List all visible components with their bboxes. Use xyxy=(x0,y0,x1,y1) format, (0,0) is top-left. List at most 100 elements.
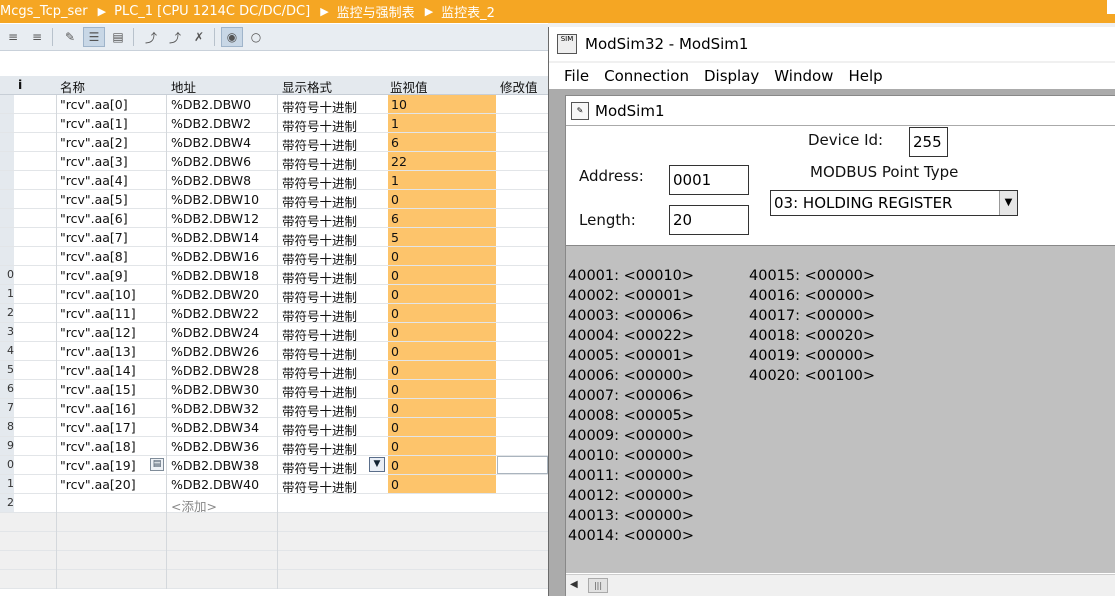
register-value[interactable]: 40009: <00000> xyxy=(568,428,694,448)
table-row[interactable]: 6 "rcv".aa[15] %DB2.DBW30 带符号十进制 0 xyxy=(0,380,548,400)
row-address[interactable]: %DB2.DBW22 xyxy=(171,306,259,321)
row-address[interactable]: %DB2.DBW14 xyxy=(171,230,259,245)
row-name[interactable]: "rcv".aa[16] xyxy=(60,401,136,416)
row-name[interactable]: "rcv".aa[3] xyxy=(60,154,128,169)
scroll-thumb[interactable]: ||| xyxy=(588,578,608,593)
row-address[interactable]: %DB2.DBW26 xyxy=(171,344,259,359)
row-name[interactable]: "rcv".aa[5] xyxy=(60,192,128,207)
register-value[interactable]: 40016: <00000> xyxy=(749,288,875,308)
scroll-left-icon[interactable]: ◀ xyxy=(570,579,578,590)
row-address[interactable]: %DB2.DBW24 xyxy=(171,325,259,340)
row-address[interactable]: %DB2.DBW2 xyxy=(171,116,251,131)
col-header-name[interactable]: 名称 xyxy=(60,77,85,96)
table-row[interactable]: 0 "rcv".aa[19] %DB2.DBW38 带符号十进制 0 ▤ ▼ xyxy=(0,456,548,476)
address-field[interactable]: 0001 xyxy=(669,165,749,195)
row-address[interactable]: %DB2.DBW40 xyxy=(171,477,259,492)
row-name[interactable]: "rcv".aa[8] xyxy=(60,249,128,264)
table-row[interactable]: "rcv".aa[4] %DB2.DBW8 带符号十进制 1 xyxy=(0,171,548,191)
row-name[interactable]: "rcv".aa[2] xyxy=(60,135,128,150)
breadcrumb-item-watch-table[interactable]: 监控表_2 xyxy=(441,2,495,21)
table-row[interactable]: 0 "rcv".aa[9] %DB2.DBW18 带符号十进制 0 xyxy=(0,266,548,286)
table-row[interactable]: "rcv".aa[0] %DB2.DBW0 带符号十进制 10 xyxy=(0,95,548,115)
row-name[interactable]: "rcv".aa[17] xyxy=(60,420,136,435)
register-value[interactable]: 40010: <00000> xyxy=(568,448,694,468)
expanded-mode-icon[interactable]: ○ xyxy=(245,27,267,47)
table-row[interactable]: 5 "rcv".aa[14] %DB2.DBW28 带符号十进制 0 xyxy=(0,361,548,381)
horizontal-scrollbar[interactable]: ◀ ||| xyxy=(566,574,1115,596)
row-address[interactable]: %DB2.DBW8 xyxy=(171,173,251,188)
menu-window[interactable]: Window xyxy=(774,67,833,85)
row-name[interactable]: "rcv".aa[19] xyxy=(60,458,136,473)
chevron-down-icon[interactable]: ▼ xyxy=(999,191,1017,215)
row-name[interactable]: "rcv".aa[1] xyxy=(60,116,128,131)
table-row[interactable]: "rcv".aa[6] %DB2.DBW12 带符号十进制 6 xyxy=(0,209,548,229)
add-row[interactable]: 2 <添加> xyxy=(0,494,548,514)
breadcrumb-item-project[interactable]: Mcgs_Tcp_ser xyxy=(0,4,88,19)
register-value[interactable]: 40015: <00000> xyxy=(749,268,875,288)
row-name[interactable]: "rcv".aa[4] xyxy=(60,173,128,188)
register-value[interactable]: 40011: <00000> xyxy=(568,468,694,488)
row-name[interactable]: "rcv".aa[10] xyxy=(60,287,136,302)
row-name[interactable]: "rcv".aa[12] xyxy=(60,325,136,340)
register-value[interactable]: 40017: <00000> xyxy=(749,308,875,328)
table-row[interactable]: "rcv".aa[5] %DB2.DBW10 带符号十进制 0 xyxy=(0,190,548,210)
register-value[interactable]: 40018: <00020> xyxy=(749,328,875,348)
row-name[interactable]: "rcv".aa[11] xyxy=(60,306,136,321)
table-row[interactable]: 3 "rcv".aa[12] %DB2.DBW24 带符号十进制 0 xyxy=(0,323,548,343)
register-value[interactable]: 40008: <00005> xyxy=(568,408,694,428)
register-value[interactable]: 40013: <00000> xyxy=(568,508,694,528)
row-address[interactable]: %DB2.DBW28 xyxy=(171,363,259,378)
row-address[interactable]: %DB2.DBW10 xyxy=(171,192,259,207)
device-id-field[interactable]: 255 xyxy=(909,127,948,157)
table-row[interactable]: "rcv".aa[8] %DB2.DBW16 带符号十进制 0 xyxy=(0,247,548,267)
row-name[interactable]: "rcv".aa[14] xyxy=(60,363,136,378)
register-value[interactable]: 40003: <00006> xyxy=(568,308,694,328)
point-type-select[interactable]: 03: HOLDING REGISTER ▼ xyxy=(770,190,1018,216)
row-address[interactable]: %DB2.DBW18 xyxy=(171,268,259,283)
row-address[interactable]: %DB2.DBW6 xyxy=(171,154,251,169)
row-name[interactable]: "rcv".aa[7] xyxy=(60,230,128,245)
register-value[interactable]: 40019: <00000> xyxy=(749,348,875,368)
force-all-icon[interactable]: ⤴ xyxy=(164,27,186,47)
register-value[interactable]: 40007: <00006> xyxy=(568,388,694,408)
modify-value-icon[interactable]: ≡ xyxy=(2,27,24,47)
child-titlebar[interactable]: ✎ ModSim1 xyxy=(566,96,1115,126)
table-row[interactable]: 4 "rcv".aa[13] %DB2.DBW26 带符号十进制 0 xyxy=(0,342,548,362)
modify-value-input[interactable] xyxy=(497,456,548,474)
row-address[interactable]: %DB2.DBW38 xyxy=(171,458,259,473)
table-row[interactable]: "rcv".aa[1] %DB2.DBW2 带符号十进制 1 xyxy=(0,114,548,134)
length-field[interactable]: 20 xyxy=(669,205,749,235)
col-header-format[interactable]: 显示格式 xyxy=(282,77,332,96)
register-value[interactable]: 40012: <00000> xyxy=(568,488,694,508)
col-header-monitor[interactable]: 监视值 xyxy=(390,77,428,96)
register-value[interactable]: 40005: <00001> xyxy=(568,348,694,368)
row-name[interactable]: "rcv".aa[20] xyxy=(60,477,136,492)
row-name[interactable]: "rcv".aa[15] xyxy=(60,382,136,397)
row-address[interactable]: %DB2.DBW32 xyxy=(171,401,259,416)
table-row[interactable]: "rcv".aa[3] %DB2.DBW6 带符号十进制 22 xyxy=(0,152,548,172)
col-header-address[interactable]: 地址 xyxy=(171,77,196,96)
force-icon[interactable]: ⤴ xyxy=(140,27,162,47)
table-row[interactable]: "rcv".aa[7] %DB2.DBW14 带符号十进制 5 xyxy=(0,228,548,248)
row-address[interactable]: %DB2.DBW30 xyxy=(171,382,259,397)
edit-icon[interactable]: ✎ xyxy=(59,27,81,47)
menu-help[interactable]: Help xyxy=(848,67,882,85)
chevron-down-icon[interactable]: ▼ xyxy=(369,457,385,472)
table-row[interactable]: "rcv".aa[2] %DB2.DBW4 带符号十进制 6 xyxy=(0,133,548,153)
row-address[interactable]: %DB2.DBW16 xyxy=(171,249,259,264)
table-row[interactable]: 9 "rcv".aa[18] %DB2.DBW36 带符号十进制 0 xyxy=(0,437,548,457)
table-row[interactable]: 1 "rcv".aa[10] %DB2.DBW20 带符号十进制 0 xyxy=(0,285,548,305)
modify-all-icon[interactable]: ≡ xyxy=(26,27,48,47)
show-hide-icon[interactable]: ◉ xyxy=(221,27,243,47)
row-name[interactable]: "rcv".aa[6] xyxy=(60,211,128,226)
monitor-icon[interactable]: ☰ xyxy=(83,27,105,47)
col-header-modify[interactable]: 修改值 xyxy=(500,77,538,96)
row-name[interactable]: "rcv".aa[18] xyxy=(60,439,136,454)
row-address[interactable]: %DB2.DBW12 xyxy=(171,211,259,226)
row-address[interactable]: %DB2.DBW4 xyxy=(171,135,251,150)
unforce-icon[interactable]: ✗ xyxy=(188,27,210,47)
menu-display[interactable]: Display xyxy=(704,67,759,85)
breadcrumb-item-watch-force[interactable]: 监控与强制表 xyxy=(337,2,415,21)
row-name[interactable]: "rcv".aa[9] xyxy=(60,268,128,283)
register-value[interactable]: 40004: <00022> xyxy=(568,328,694,348)
